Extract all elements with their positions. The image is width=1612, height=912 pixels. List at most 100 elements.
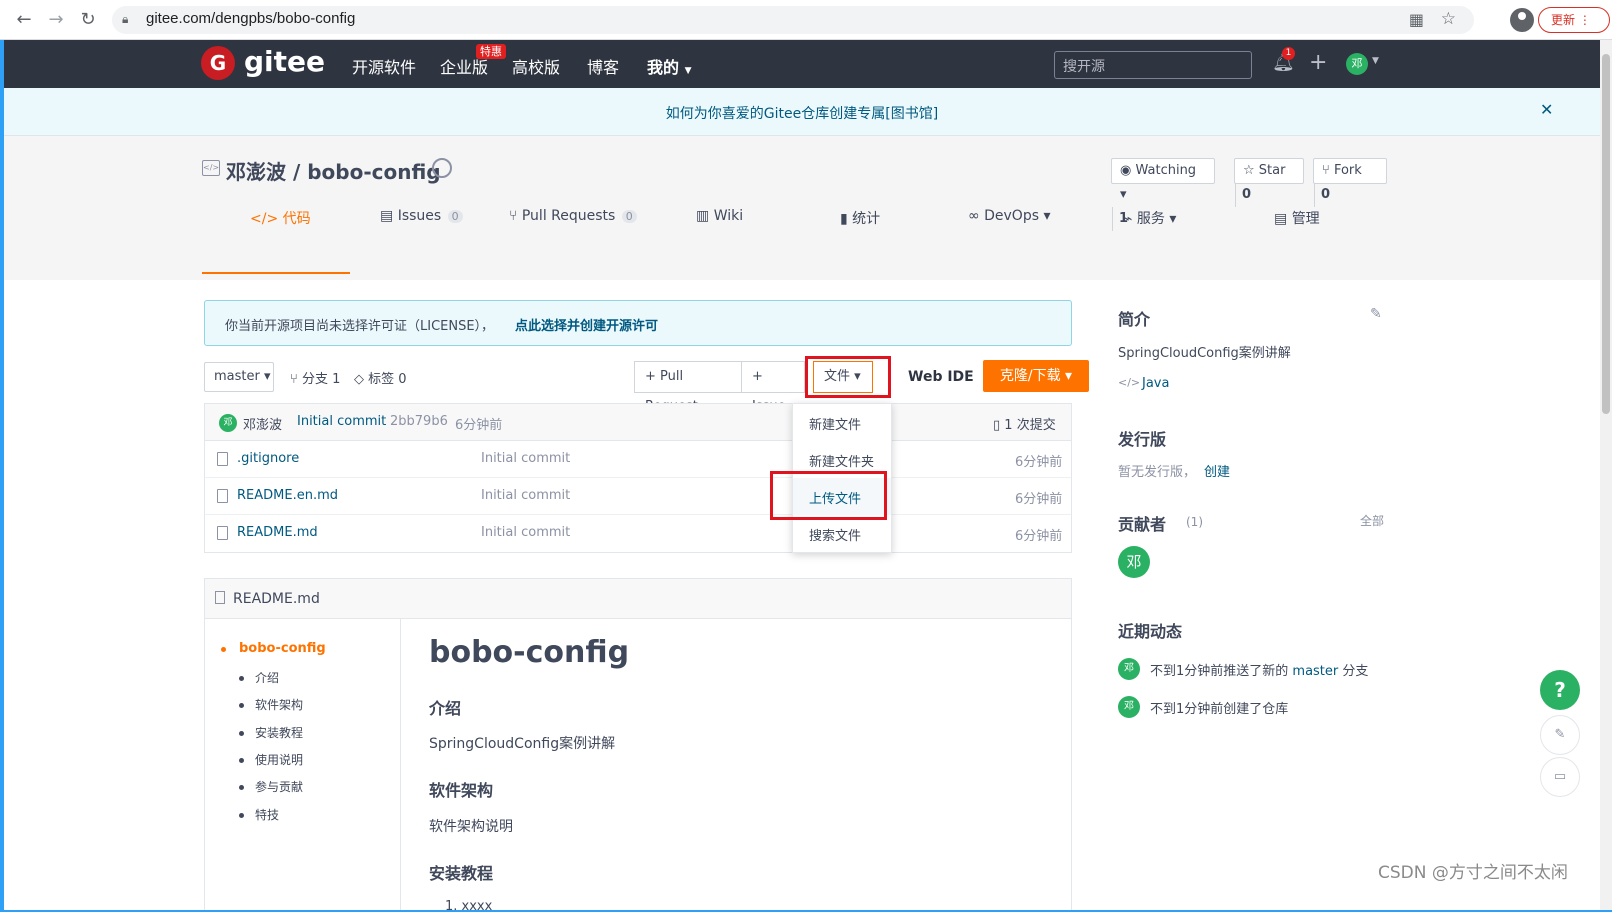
address-bar[interactable]: 🔒︎ gitee.com/dengpbs/bobo-config ▦ ☆ xyxy=(112,6,1474,34)
nav-blog[interactable]: 博客 xyxy=(587,54,619,78)
tab-manage[interactable]: ▤ 管理 xyxy=(1274,208,1320,228)
toc-bullet xyxy=(239,758,244,763)
recommend-badge-icon[interactable] xyxy=(432,158,452,178)
activity-avatar[interactable]: 邓 xyxy=(1118,696,1140,718)
toc-item[interactable]: 特技 xyxy=(255,806,279,823)
commit-hash[interactable]: 2bb79b6 xyxy=(390,414,448,429)
license-text: 你当前开源项目尚未选择许可证（LICENSE）， xyxy=(225,319,495,334)
clone-label: 克隆/下载 xyxy=(999,368,1061,384)
reload-icon[interactable]: ↻ xyxy=(76,8,100,32)
chat-icon[interactable]: ▭ xyxy=(1540,757,1580,797)
file-commit-message[interactable]: Initial commit xyxy=(481,525,570,540)
back-icon[interactable]: ← xyxy=(12,8,36,32)
tag-icon: ◇ xyxy=(354,372,364,387)
contributors-all-link[interactable]: 全部 xyxy=(1360,512,1384,529)
tab-stats[interactable]: ▮ 统计 xyxy=(840,208,880,228)
intro-title: 简介 xyxy=(1118,310,1151,329)
services-icon: ⌁ xyxy=(1124,211,1133,227)
web-ide-button[interactable]: Web IDE xyxy=(902,361,980,393)
branch-select[interactable]: master ▾ xyxy=(204,362,274,392)
toc-item-top[interactable]: bobo-config xyxy=(239,641,326,656)
tab-stats-label: 统计 xyxy=(852,211,881,227)
license-link[interactable]: 点此选择并创建开源许可 xyxy=(515,315,658,334)
file-time: 6分钟前 xyxy=(1015,529,1063,544)
star-button[interactable]: ☆ Star0 xyxy=(1234,158,1304,207)
scrollbar-thumb[interactable] xyxy=(1602,54,1610,414)
readme-section-title: 介绍 xyxy=(429,699,462,718)
file-row[interactable]: .gitignore Initial commit 6分钟前 xyxy=(205,441,1071,478)
gitee-logo-text[interactable]: gitee xyxy=(244,45,325,78)
toc-bullet xyxy=(239,703,244,708)
file-row[interactable]: README.md Initial commit 6分钟前 xyxy=(205,515,1071,552)
activity-branch-link[interactable]: master xyxy=(1292,664,1338,679)
browser-update-button[interactable]: 更新 ⋮ xyxy=(1538,7,1610,33)
toc-bullet xyxy=(239,813,244,818)
toc-item[interactable]: 参与贡献 xyxy=(255,778,303,795)
commit-message[interactable]: Initial commit xyxy=(297,414,386,429)
file-commit-message[interactable]: Initial commit xyxy=(481,488,570,503)
search-input[interactable]: 搜开源 xyxy=(1054,51,1252,79)
toc-item[interactable]: 软件架构 xyxy=(255,696,303,713)
feedback-edit-icon[interactable]: ✎ xyxy=(1540,715,1580,755)
file-name[interactable]: .gitignore xyxy=(237,451,299,466)
menu-search-file[interactable]: 搜索文件 xyxy=(793,515,891,552)
notice-message[interactable]: 如何为你喜爱的Gitee仓库创建专属[图书馆] xyxy=(4,103,1600,123)
edit-icon[interactable]: ✎ xyxy=(1370,306,1382,322)
create-plus-icon[interactable]: + xyxy=(1309,50,1327,75)
qr-code-icon[interactable]: ▦ xyxy=(1409,10,1424,29)
activity-text: 分支 xyxy=(1338,664,1369,679)
toc-item[interactable]: 使用说明 xyxy=(255,751,303,768)
clone-download-button[interactable]: 克隆/下载 ▾ xyxy=(983,360,1089,392)
file-name[interactable]: README.md xyxy=(237,525,318,540)
tab-manage-label: 管理 xyxy=(1291,211,1320,227)
tab-services[interactable]: ⌁ 服务 ▾ xyxy=(1124,208,1176,228)
file-name[interactable]: README.en.md xyxy=(237,488,338,503)
help-button[interactable]: ? xyxy=(1540,670,1580,710)
file-commit-message[interactable]: Initial commit xyxy=(481,451,570,466)
gitee-logo-icon[interactable]: G xyxy=(201,46,235,80)
site-header: G gitee 开源软件 企业版 特惠 高校版 博客 我的 ▼ 搜开源 🔔︎ 1… xyxy=(4,40,1600,88)
bookmark-star-icon[interactable]: ☆ xyxy=(1441,9,1456,29)
nav-mine[interactable]: 我的 ▼ xyxy=(647,54,692,78)
issues-count: 0 xyxy=(447,210,463,223)
page-scrollbar[interactable] xyxy=(1600,40,1612,910)
promo-badge: 特惠 xyxy=(476,44,506,59)
close-icon[interactable]: ✕ xyxy=(1540,100,1553,119)
readme-heading: bobo-config xyxy=(429,635,630,670)
nav-university[interactable]: 高校版 xyxy=(512,54,560,78)
new-pull-request-button[interactable]: + Pull Request xyxy=(634,361,742,414)
tab-pull-requests[interactable]: ⑂ Pull Requests 0 xyxy=(509,208,637,224)
new-issue-button[interactable]: + Issue xyxy=(741,361,805,414)
activity-avatar[interactable]: 邓 xyxy=(1118,658,1140,680)
tab-devops[interactable]: ∞ DevOps ▾ xyxy=(968,208,1051,224)
menu-new-file[interactable]: 新建文件 xyxy=(793,404,891,441)
watch-label: Watching xyxy=(1135,163,1197,178)
forward-icon[interactable]: → xyxy=(44,8,68,32)
watch-button[interactable]: ◉ Watching ▾1 xyxy=(1111,158,1215,231)
file-row[interactable]: README.en.md Initial commit 6分钟前 xyxy=(205,478,1071,515)
repo-code-icon: </> xyxy=(202,160,220,176)
nav-open-source[interactable]: 开源软件 xyxy=(352,54,416,78)
star-icon: ☆ xyxy=(1243,163,1255,178)
user-avatar[interactable]: 邓 xyxy=(1346,53,1368,75)
readme-header: README.md xyxy=(205,579,1071,619)
fork-button[interactable]: ⑂ Fork0 xyxy=(1313,158,1387,207)
fork-label: Fork xyxy=(1333,163,1362,178)
tags-link[interactable]: ◇ 标签 0 xyxy=(354,368,407,387)
create-release-link[interactable]: 创建 xyxy=(1204,461,1230,480)
repo-title[interactable]: 邓澎波 / bobo-config xyxy=(226,156,441,185)
browser-profile-icon[interactable] xyxy=(1510,8,1534,32)
tab-services-label: 服务 xyxy=(1136,211,1165,227)
toc-item[interactable]: 介绍 xyxy=(255,669,279,686)
toc-item[interactable]: 安装教程 xyxy=(255,724,303,741)
language-tag[interactable]: Java xyxy=(1142,376,1169,391)
branches-link[interactable]: ⑂ 分支 1 xyxy=(290,368,340,387)
commit-author-avatar[interactable]: 邓 xyxy=(219,414,237,432)
avatar-caret-icon[interactable]: ▼ xyxy=(1372,56,1379,66)
commit-count-link[interactable]: ▯ 1 次提交 xyxy=(993,414,1056,433)
contributor-avatar[interactable]: 邓 xyxy=(1118,546,1150,578)
tab-code[interactable]: </> 代码 xyxy=(250,208,311,228)
tab-issues[interactable]: ▤ Issues 0 xyxy=(380,208,463,224)
commit-author[interactable]: 邓澎波 xyxy=(243,414,282,433)
tab-wiki[interactable]: ▥ Wiki xyxy=(696,208,743,224)
